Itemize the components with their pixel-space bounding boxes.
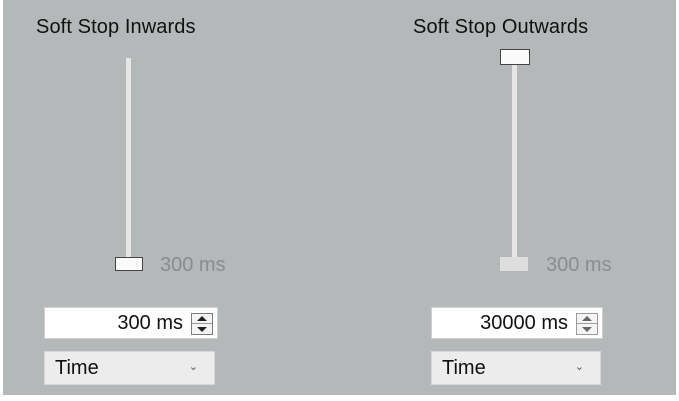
- inwards-title: Soft Stop Inwards: [36, 16, 196, 38]
- chevron-down-icon: ⌄: [188, 361, 198, 373]
- inwards-value-stepper[interactable]: 300 ms: [44, 307, 218, 339]
- outwards-decrement-button[interactable]: [577, 324, 597, 334]
- inwards-increment-button[interactable]: [192, 314, 212, 324]
- inwards-min-label: 300 ms: [160, 254, 226, 276]
- outwards-increment-button[interactable]: [577, 314, 597, 324]
- outwards-stepper-buttons[interactable]: [576, 313, 598, 335]
- down-arrow-icon: [197, 326, 207, 332]
- outwards-slider-thumb[interactable]: [500, 49, 530, 65]
- inwards-slider-thumb[interactable]: [115, 257, 143, 271]
- outwards-slider-track[interactable]: [512, 58, 517, 264]
- outwards-mode-select[interactable]: Time ⌄: [431, 351, 601, 385]
- inwards-mode-select[interactable]: Time ⌄: [44, 351, 215, 385]
- chevron-down-icon: ⌄: [574, 361, 584, 373]
- outwards-min-label: 300 ms: [546, 254, 612, 276]
- inwards-value-text: 300 ms: [117, 312, 183, 334]
- outwards-mode-value: Time: [442, 357, 486, 379]
- inwards-stepper-buttons[interactable]: [191, 313, 213, 335]
- outwards-title: Soft Stop Outwards: [413, 16, 589, 38]
- outwards-value-text: 30000 ms: [480, 312, 568, 334]
- soft-stop-panel: Soft Stop Inwards 300 ms 300 ms Time ⌄ S…: [3, 0, 676, 395]
- up-arrow-icon: [197, 316, 207, 321]
- up-arrow-icon: [582, 316, 592, 321]
- outwards-slider-min-marker: [500, 257, 528, 271]
- inwards-decrement-button[interactable]: [192, 324, 212, 334]
- outwards-value-stepper[interactable]: 30000 ms: [431, 307, 603, 339]
- inwards-slider-track[interactable]: [126, 58, 131, 264]
- down-arrow-icon: [582, 326, 592, 332]
- inwards-mode-value: Time: [55, 357, 99, 379]
